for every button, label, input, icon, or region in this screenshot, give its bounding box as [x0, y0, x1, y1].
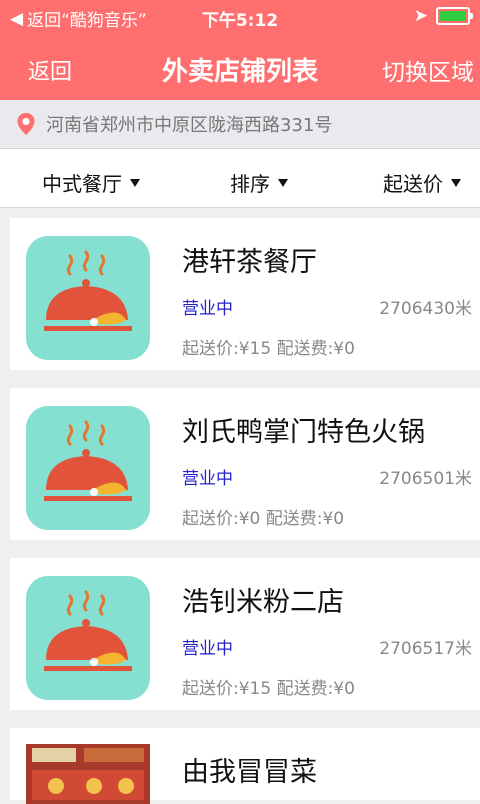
map-pin-icon	[17, 113, 35, 135]
store-distance: 2706430米	[379, 299, 472, 319]
store-name: 港轩茶餐厅	[182, 247, 317, 278]
store-fee: 起送价:¥15 配送费:¥0	[182, 339, 355, 359]
battery-icon	[436, 7, 473, 25]
store-status: 营业中	[182, 639, 233, 659]
filter-bar: 中式餐厅 排序 起送价	[0, 149, 480, 208]
store-thumbnail	[26, 406, 150, 530]
filter-sort[interactable]: 排序	[230, 168, 288, 197]
store-card[interactable]: 刘氏鸭掌门特色火锅 营业中 2706501米 起送价:¥0 配送费:¥0	[10, 388, 480, 540]
store-thumbnail	[26, 236, 150, 360]
food-cloche-icon	[44, 420, 132, 501]
status-bar: ◀ 返回“酷狗音乐” 下午5:12 ➤	[0, 0, 480, 32]
store-name: 刘氏鸭掌门特色火锅	[182, 417, 425, 448]
address-bar[interactable]: 河南省郑州市中原区陇海西路331号	[0, 100, 480, 149]
store-name: 由我冒冒菜	[182, 757, 317, 788]
store-card[interactable]: 由我冒冒菜	[10, 728, 480, 804]
switch-area-button[interactable]: 切换区域	[382, 53, 474, 87]
store-distance: 2706501米	[379, 469, 472, 489]
caret-down-icon	[278, 178, 288, 187]
filter-category[interactable]: 中式餐厅	[42, 168, 140, 197]
store-card[interactable]: 港轩茶餐厅 营业中 2706430米 起送价:¥15 配送费:¥0	[10, 218, 480, 370]
food-cloche-icon	[44, 250, 132, 331]
food-cloche-icon	[44, 590, 132, 671]
location-arrow-icon: ➤	[413, 6, 428, 26]
filter-sort-label: 排序	[230, 172, 270, 196]
filter-min-price-label: 起送价	[383, 172, 443, 196]
storefront-image	[26, 744, 150, 804]
store-thumbnail	[26, 576, 150, 700]
store-photo	[26, 744, 150, 804]
clock: 下午5:12	[201, 11, 279, 31]
store-fee: 起送价:¥0 配送费:¥0	[182, 509, 345, 529]
filter-category-label: 中式餐厅	[42, 172, 122, 196]
caret-down-icon	[451, 178, 461, 187]
store-status: 营业中	[182, 469, 233, 489]
store-distance: 2706517米	[379, 639, 472, 659]
address-text: 河南省郑州市中原区陇海西路331号	[46, 115, 333, 136]
caret-down-icon	[130, 178, 140, 187]
store-card[interactable]: 浩钊米粉二店 营业中 2706517米 起送价:¥15 配送费:¥0	[10, 558, 480, 710]
filter-min-price[interactable]: 起送价	[383, 168, 461, 197]
store-fee: 起送价:¥15 配送费:¥0	[182, 679, 355, 699]
store-status: 营业中	[182, 299, 233, 319]
nav-bar: 返回 外卖店铺列表 切换区域	[0, 32, 480, 100]
status-icons: ➤	[413, 6, 473, 26]
store-name: 浩钊米粉二店	[182, 587, 344, 618]
